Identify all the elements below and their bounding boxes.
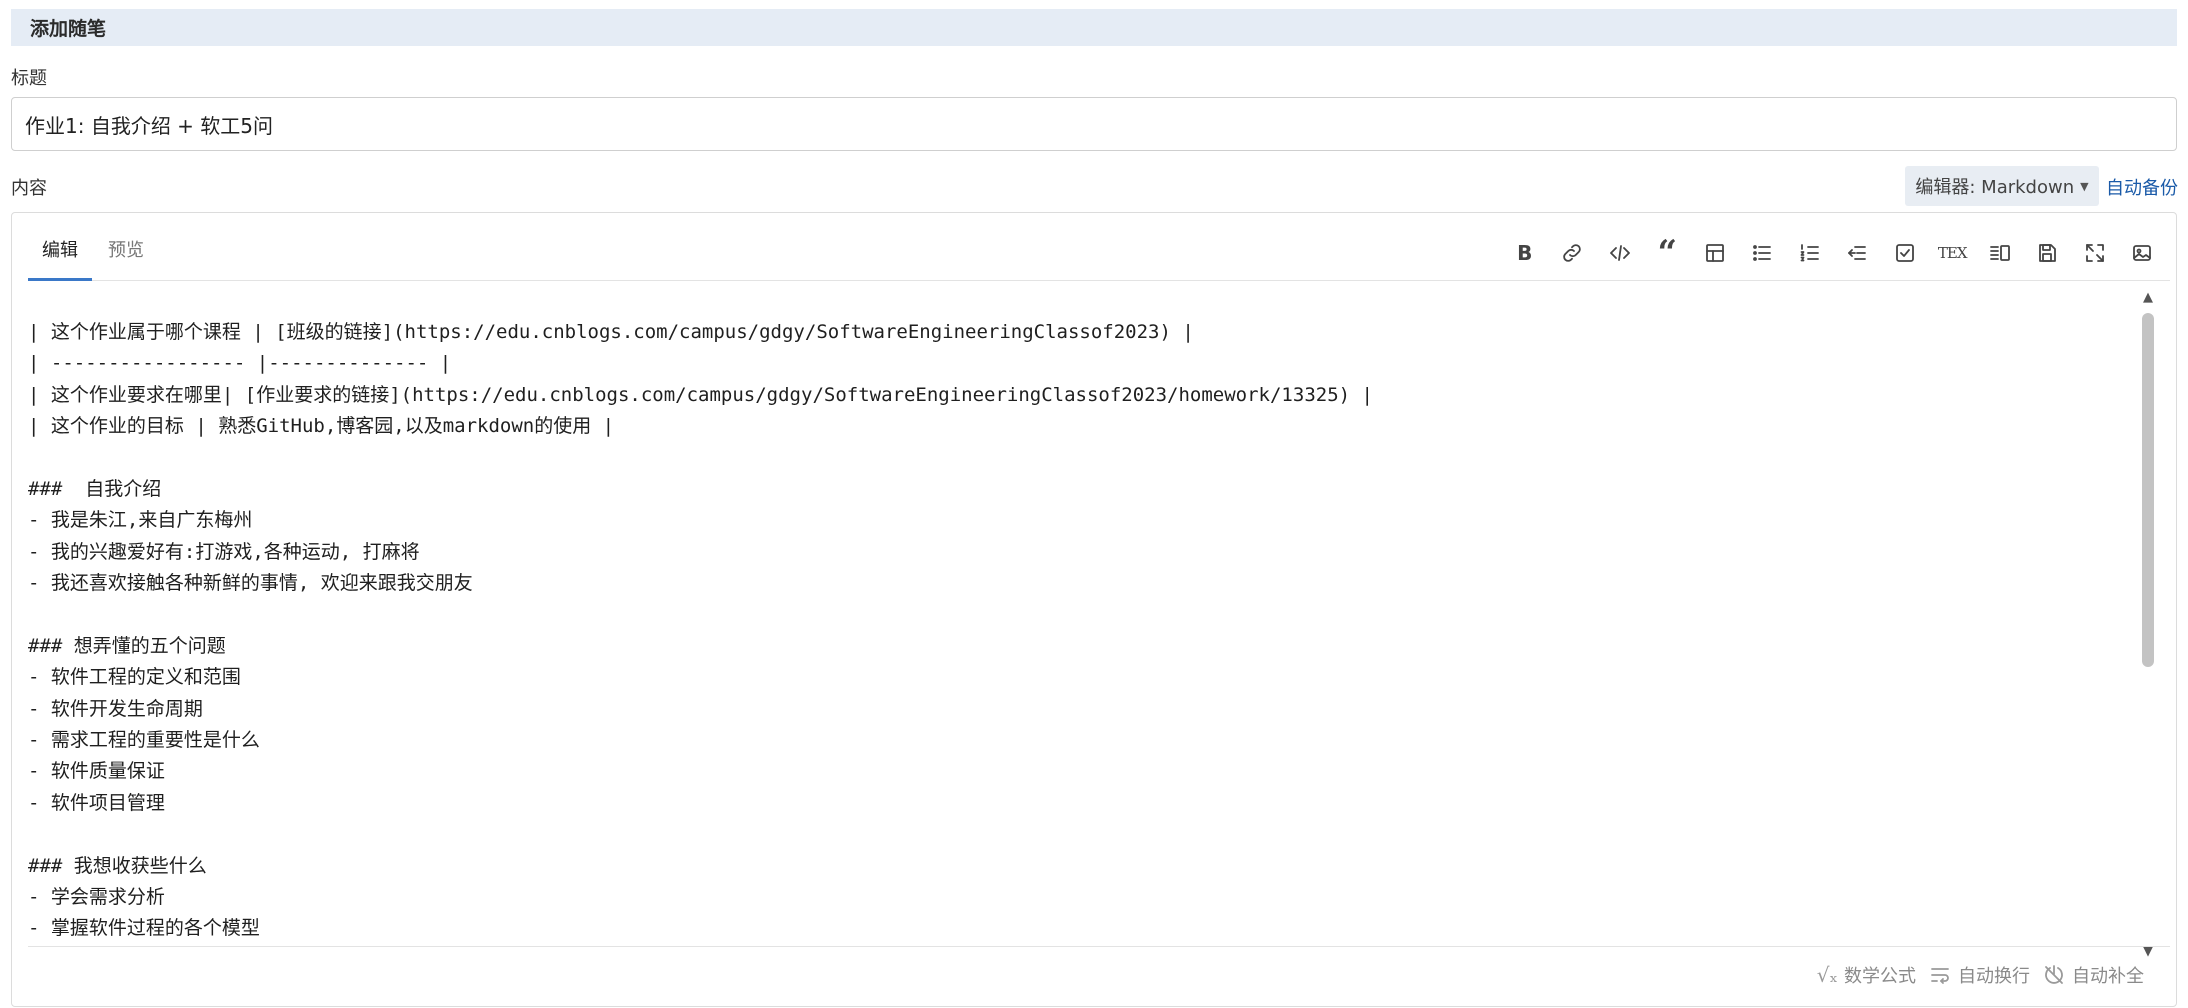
- code-icon: [1609, 245, 1630, 261]
- bulleted-list-button[interactable]: [1739, 233, 1787, 273]
- outdent-button[interactable]: [1834, 233, 1882, 273]
- code-button[interactable]: [1596, 233, 1644, 273]
- content-line: - 学会需求分析: [28, 886, 165, 909]
- title-label: 标题: [11, 68, 47, 89]
- content-line: | 这个作业的目标 | 熟悉GitHub,博客园,以及markdown的使用 |: [28, 415, 615, 438]
- image-button[interactable]: [2119, 233, 2167, 273]
- wrap-label: 自动换行: [1958, 965, 2030, 987]
- editor-footer: √ₓ 数学公式 自动换行 自动补全: [28, 946, 2170, 1002]
- sqrt-icon: √ₓ: [1816, 962, 1838, 987]
- content-line: - 软件项目管理: [28, 791, 165, 814]
- content-line: | 这个作业要求在哪里| [作业要求的链接](https://edu.cnblo…: [28, 383, 1373, 406]
- numbered-list-icon: [1800, 244, 1819, 262]
- checkbox-button[interactable]: [1881, 233, 1929, 273]
- content-line: - 软件质量保证: [28, 760, 165, 783]
- content-line: - 我是朱江,来自广东梅州: [28, 509, 253, 532]
- math-label: 数学公式: [1844, 965, 1916, 987]
- content-line: - 软件工程的定义和范围: [28, 666, 241, 689]
- bold-icon: B: [1517, 241, 1533, 265]
- content-label: 内容: [11, 178, 47, 199]
- table-button[interactable]: [1691, 233, 1739, 273]
- link-icon: [1563, 244, 1582, 262]
- fullscreen-icon: [2085, 244, 2104, 262]
- content-line: | ----------------- |-------------- |: [28, 352, 452, 375]
- content-line: - 掌握软件过程的各个模型: [28, 917, 260, 940]
- split-view-icon: [1989, 245, 2010, 261]
- tab-preview[interactable]: 预览: [94, 225, 158, 281]
- checkbox-icon: [1895, 244, 1914, 262]
- auto-backup-link[interactable]: 自动备份: [2106, 174, 2178, 200]
- content-line: [28, 600, 2134, 631]
- quote-button[interactable]: “: [1644, 233, 1692, 273]
- content-line: | 这个作业属于哪个课程 | [班级的链接](https://edu.cnblo…: [28, 321, 1194, 343]
- link-button[interactable]: [1549, 233, 1597, 273]
- content-line: ### 自我介绍: [28, 477, 162, 500]
- scroll-up-arrow-icon[interactable]: ▲: [2139, 289, 2157, 305]
- section-title: 添加随笔: [30, 18, 107, 40]
- tex-icon: TEX: [1937, 244, 1968, 262]
- word-wrap-toggle[interactable]: 自动换行: [1928, 962, 2030, 988]
- editor-tabbar: 编辑 预览 B “ TEX: [28, 225, 2170, 281]
- chevron-down-icon: ▼: [2080, 179, 2089, 193]
- wrap-icon: [1931, 967, 1949, 984]
- content-line: - 我的兴趣爱好有:打游戏,各种运动, 打麻将: [28, 540, 420, 563]
- autocomplete-label: 自动补全: [2072, 965, 2144, 987]
- save-icon: [2039, 244, 2057, 262]
- content-line: - 我还喜欢接触各种新鲜的事情, 欢迎来跟我交朋友: [28, 572, 473, 595]
- autocomplete-toggle[interactable]: 自动补全: [2042, 962, 2144, 988]
- content-line: - 软件开发生命周期: [28, 697, 203, 720]
- numbered-list-button[interactable]: [1786, 233, 1834, 273]
- split-view-button[interactable]: [1976, 233, 2024, 273]
- markdown-textarea[interactable]: | 这个作业属于哪个课程 | [班级的链接](https://edu.cnblo…: [28, 295, 2134, 953]
- section-header: 添加随笔: [11, 9, 2177, 46]
- bulleted-list-icon: [1753, 245, 1772, 261]
- title-input[interactable]: [11, 97, 2177, 151]
- content-line: ### 我想收获些什么: [28, 854, 207, 877]
- vertical-scrollbar[interactable]: ▲ ▼: [2139, 289, 2157, 959]
- table-icon: [1705, 244, 1724, 262]
- image-icon: [2133, 245, 2152, 261]
- fullscreen-button[interactable]: [2071, 233, 2119, 273]
- outdent-icon: [1848, 246, 1867, 260]
- content-line: [28, 819, 2134, 850]
- autocomplete-off-icon: [2045, 964, 2063, 984]
- editor-toolbar: B “ TEX: [1501, 233, 2166, 273]
- content-line: - 需求工程的重要性是什么: [28, 729, 260, 752]
- quote-icon: “: [1657, 233, 1678, 273]
- tex-button[interactable]: TEX: [1929, 233, 1977, 273]
- math-toggle[interactable]: √ₓ 数学公式: [1817, 962, 1916, 988]
- editor-type-label: 编辑器: Markdown: [1915, 177, 2075, 198]
- editor-type-select[interactable]: 编辑器: Markdown ▼: [1905, 166, 2099, 206]
- tab-edit[interactable]: 编辑: [28, 225, 92, 281]
- bold-button[interactable]: B: [1501, 233, 1549, 273]
- content-line: ### 想弄懂的五个问题: [28, 634, 226, 657]
- markdown-editor: 编辑 预览 B “ TEX | 这个作业属于哪个课程 | [班级的链接](htt…: [11, 212, 2177, 1007]
- scrollbar-thumb[interactable]: [2142, 313, 2154, 667]
- content-line: [28, 443, 2134, 474]
- save-button[interactable]: [2024, 233, 2072, 273]
